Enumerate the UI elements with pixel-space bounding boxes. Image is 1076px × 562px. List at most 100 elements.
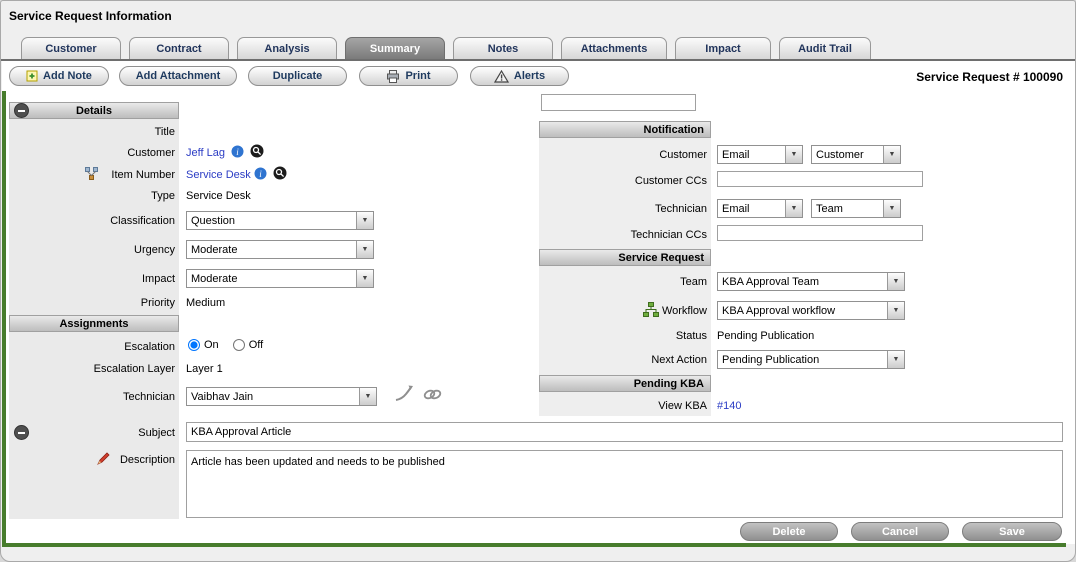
duplicate-button[interactable]: Duplicate bbox=[248, 66, 347, 86]
notification-customer-method-value: Email bbox=[718, 146, 785, 163]
escalation-layer-value: Layer 1 bbox=[186, 363, 223, 376]
dropdown-arrow-icon: ▼ bbox=[356, 270, 373, 287]
impact-value: Moderate bbox=[187, 270, 356, 287]
add-attachment-label: Add Attachment bbox=[136, 70, 221, 82]
dropdown-arrow-icon: ▼ bbox=[359, 388, 376, 405]
cancel-button[interactable]: Cancel bbox=[851, 522, 949, 541]
workflow-value: KBA Approval workflow bbox=[718, 302, 887, 319]
alerts-label: Alerts bbox=[514, 70, 545, 82]
dropdown-arrow-icon: ▼ bbox=[356, 212, 373, 229]
workflow-label: Workflow bbox=[539, 305, 707, 318]
tab-bar: Customer Contract Analysis Summary Notes… bbox=[21, 37, 871, 59]
print-button[interactable]: Print bbox=[359, 66, 458, 86]
dropdown-arrow-icon: ▼ bbox=[785, 200, 802, 217]
escalation-on-option[interactable]: On bbox=[188, 339, 219, 351]
next-action-label: Next Action bbox=[539, 354, 707, 367]
add-attachment-button[interactable]: Add Attachment bbox=[119, 66, 237, 86]
accent-bar-bottom bbox=[2, 543, 1066, 547]
tab-summary[interactable]: Summary bbox=[345, 37, 445, 59]
tab-notes[interactable]: Notes bbox=[453, 37, 553, 59]
item-number-link[interactable]: Service Desk bbox=[186, 169, 251, 182]
notification-customer-recipient-value: Customer bbox=[812, 146, 883, 163]
priority-label: Priority bbox=[9, 297, 175, 310]
add-note-button[interactable]: Add Note bbox=[9, 66, 109, 86]
type-value: Service Desk bbox=[186, 190, 251, 203]
next-action-select[interactable]: Pending Publication ▼ bbox=[717, 350, 905, 369]
team-select[interactable]: KBA Approval Team ▼ bbox=[717, 272, 905, 291]
tab-impact[interactable]: Impact bbox=[675, 37, 771, 59]
classification-label: Classification bbox=[9, 215, 175, 228]
view-kba-link[interactable]: #140 bbox=[717, 400, 741, 413]
delete-button[interactable]: Delete bbox=[740, 522, 838, 541]
printer-icon bbox=[386, 70, 400, 83]
item-search-icon[interactable] bbox=[273, 166, 287, 180]
technician-ccs-label: Technician CCs bbox=[539, 229, 707, 242]
team-label: Team bbox=[539, 276, 707, 289]
notification-customer-method-select[interactable]: Email ▼ bbox=[717, 145, 803, 164]
item-number-label: Item Number bbox=[9, 169, 175, 182]
tab-analysis[interactable]: Analysis bbox=[237, 37, 337, 59]
escalation-radio-group: On Off bbox=[188, 339, 263, 351]
escalation-off-option[interactable]: Off bbox=[233, 339, 263, 351]
technician-value: Vaibhav Jain bbox=[187, 388, 359, 405]
chain-link-icon[interactable] bbox=[422, 387, 443, 402]
subject-label: Subject bbox=[9, 427, 175, 440]
classification-value: Question bbox=[187, 212, 356, 229]
alert-triangle-icon bbox=[494, 70, 509, 83]
escalation-on-label: On bbox=[204, 339, 219, 351]
escalate-pen-icon[interactable] bbox=[393, 384, 414, 403]
dropdown-arrow-icon: ▼ bbox=[887, 302, 904, 319]
urgency-value: Moderate bbox=[187, 241, 356, 258]
description-textarea[interactable]: Article has been updated and needs to be… bbox=[186, 450, 1063, 518]
notification-technician-label: Technician bbox=[539, 203, 707, 216]
customer-link[interactable]: Jeff Lag bbox=[186, 147, 225, 160]
notification-customer-label: Customer bbox=[539, 149, 707, 162]
impact-select[interactable]: Moderate ▼ bbox=[186, 269, 374, 288]
notification-technician-recipient-select[interactable]: Team ▼ bbox=[811, 199, 901, 218]
notification-customer-recipient-select[interactable]: Customer ▼ bbox=[811, 145, 901, 164]
escalation-layer-label: Escalation Layer bbox=[9, 363, 175, 376]
technician-label: Technician bbox=[9, 391, 175, 404]
escalation-off-radio[interactable] bbox=[233, 339, 245, 351]
unlabeled-top-input[interactable] bbox=[541, 94, 696, 111]
classification-select[interactable]: Question ▼ bbox=[186, 211, 374, 230]
urgency-select[interactable]: Moderate ▼ bbox=[186, 240, 374, 259]
dropdown-arrow-icon: ▼ bbox=[356, 241, 373, 258]
title-label: Title bbox=[9, 126, 175, 139]
tab-attachments[interactable]: Attachments bbox=[561, 37, 667, 59]
add-note-label: Add Note bbox=[43, 70, 92, 82]
dropdown-arrow-icon: ▼ bbox=[887, 273, 904, 290]
accent-bar-left bbox=[2, 91, 6, 547]
subject-input[interactable] bbox=[186, 422, 1063, 442]
assignments-section-header: Assignments bbox=[9, 315, 179, 332]
customer-ccs-input[interactable] bbox=[717, 171, 923, 187]
alerts-button[interactable]: Alerts bbox=[470, 66, 569, 86]
service-request-window: Service Request Information Customer Con… bbox=[0, 0, 1076, 562]
collapse-details-button[interactable] bbox=[14, 103, 29, 118]
customer-ccs-label: Customer CCs bbox=[539, 175, 707, 188]
escalation-label: Escalation bbox=[9, 341, 175, 354]
urgency-label: Urgency bbox=[9, 244, 175, 257]
tab-customer[interactable]: Customer bbox=[21, 37, 121, 59]
dropdown-arrow-icon: ▼ bbox=[883, 146, 900, 163]
workflow-select[interactable]: KBA Approval workflow ▼ bbox=[717, 301, 905, 320]
dropdown-arrow-icon: ▼ bbox=[785, 146, 802, 163]
dropdown-arrow-icon: ▼ bbox=[887, 351, 904, 368]
customer-info-icon[interactable]: i bbox=[231, 145, 244, 158]
item-info-icon[interactable]: i bbox=[254, 167, 267, 180]
tab-contract[interactable]: Contract bbox=[129, 37, 229, 59]
pending-kba-section-header: Pending KBA bbox=[539, 375, 711, 392]
escalation-off-label: Off bbox=[249, 339, 263, 351]
tab-audit-trail[interactable]: Audit Trail bbox=[779, 37, 871, 59]
technician-select[interactable]: Vaibhav Jain ▼ bbox=[186, 387, 377, 406]
customer-label: Customer bbox=[9, 147, 175, 160]
customer-search-icon[interactable] bbox=[250, 144, 264, 158]
priority-value: Medium bbox=[186, 297, 225, 310]
notification-technician-method-select[interactable]: Email ▼ bbox=[717, 199, 803, 218]
technician-ccs-input[interactable] bbox=[717, 225, 923, 241]
escalation-on-radio[interactable] bbox=[188, 339, 200, 351]
status-label: Status bbox=[539, 330, 707, 343]
description-label: Description bbox=[9, 454, 175, 467]
save-button[interactable]: Save bbox=[962, 522, 1062, 541]
view-kba-label: View KBA bbox=[539, 400, 707, 413]
